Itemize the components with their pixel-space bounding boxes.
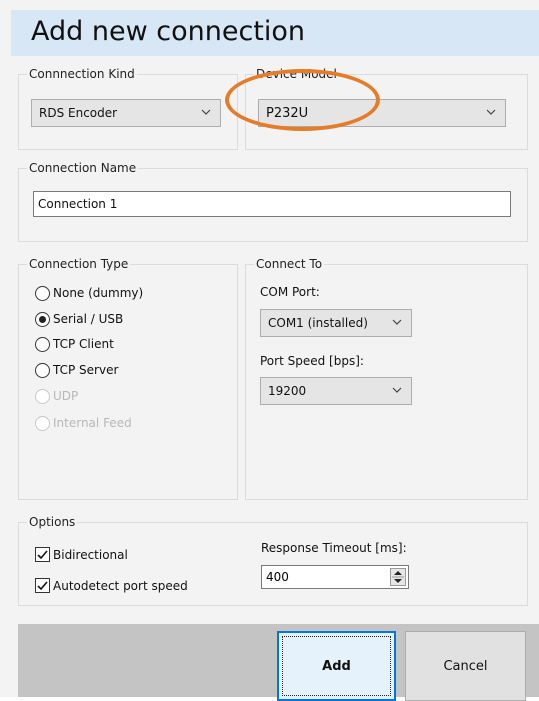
bidirectional-checkbox[interactable]: Bidirectional [35,547,128,562]
title-bar: Add new connection [11,10,539,56]
checkbox-box [35,547,50,562]
focus-rectangle [282,636,391,696]
dialog-title: Add new connection [31,16,306,47]
add-connection-dialog: Add new connection Connnection Kind RDS … [0,0,539,701]
radio-tcp-server[interactable]: TCP Server [35,360,118,380]
radio-none-dummy[interactable]: None (dummy) [35,283,143,303]
checkmark-icon [37,581,48,591]
autodetect-label: Autodetect port speed [53,578,188,593]
radio-label: TCP Server [53,363,119,377]
device-model-value: P232U [266,106,309,121]
cancel-button[interactable]: Cancel [405,631,526,701]
device-model-select[interactable]: P232U [258,99,506,127]
connection-kind-group: Connnection Kind RDS Encoder [18,67,238,150]
connection-name-group: Connection Name Connection 1 [18,161,528,242]
checkbox-box [35,578,50,593]
device-model-legend: Device Model [254,67,339,81]
connection-name-legend: Connection Name [27,161,139,175]
radio-circle-selected [35,311,50,327]
radio-circle [35,388,50,404]
port-speed-label: Port Speed [bps]: [260,354,364,368]
autodetect-port-speed-checkbox[interactable]: Autodetect port speed [35,578,188,593]
com-port-select[interactable]: COM1 (installed) [260,309,412,337]
connection-kind-value: RDS Encoder [39,106,118,120]
options-legend: Options [27,515,78,529]
com-port-value: COM1 (installed) [268,316,368,330]
device-model-group: Device Model P232U [245,67,528,150]
response-timeout-label: Response Timeout [ms]: [261,541,407,555]
port-speed-select[interactable]: 19200 [260,377,412,405]
radio-circle [35,285,50,301]
radio-label: Serial / USB [53,312,124,326]
radio-label: None (dummy) [53,286,144,300]
radio-internal-feed: Internal Feed [35,413,132,433]
connection-name-value: Connection 1 [38,197,118,211]
cancel-button-label: Cancel [443,658,488,674]
spin-updown-icon[interactable] [390,568,406,586]
add-button[interactable]: Add [277,631,396,701]
connection-name-input[interactable]: Connection 1 [33,191,511,217]
radio-label: Internal Feed [53,416,132,430]
radio-label: UDP [53,389,79,403]
radio-circle [35,336,50,352]
radio-udp: UDP [35,386,78,406]
connect-to-group: Connect To COM Port: COM1 (installed) Po… [245,257,528,500]
connection-kind-select[interactable]: RDS Encoder [31,99,221,127]
chevron-down-icon [392,387,402,393]
connect-to-legend: Connect To [254,257,325,271]
chevron-down-icon [392,319,402,325]
com-port-label: COM Port: [260,285,320,299]
radio-label: TCP Client [53,337,114,351]
response-timeout-value: 400 [266,570,289,584]
chevron-down-icon [201,109,211,115]
connection-type-legend: Connection Type [27,257,131,271]
radio-tcp-client[interactable]: TCP Client [35,334,114,354]
port-speed-value: 19200 [268,384,307,398]
bidirectional-label: Bidirectional [53,547,128,562]
radio-serial-usb[interactable]: Serial / USB [35,309,123,329]
response-timeout-spinner[interactable]: 400 [261,565,409,589]
chevron-down-icon [486,109,496,115]
radio-circle [35,415,50,431]
options-group: Options Bidirectional Autodetect port sp… [18,515,528,606]
radio-circle [35,362,50,378]
checkmark-icon [37,550,48,560]
connection-type-group: Connection Type None (dummy) Serial / US… [18,257,238,500]
connection-kind-legend: Connnection Kind [27,67,137,81]
